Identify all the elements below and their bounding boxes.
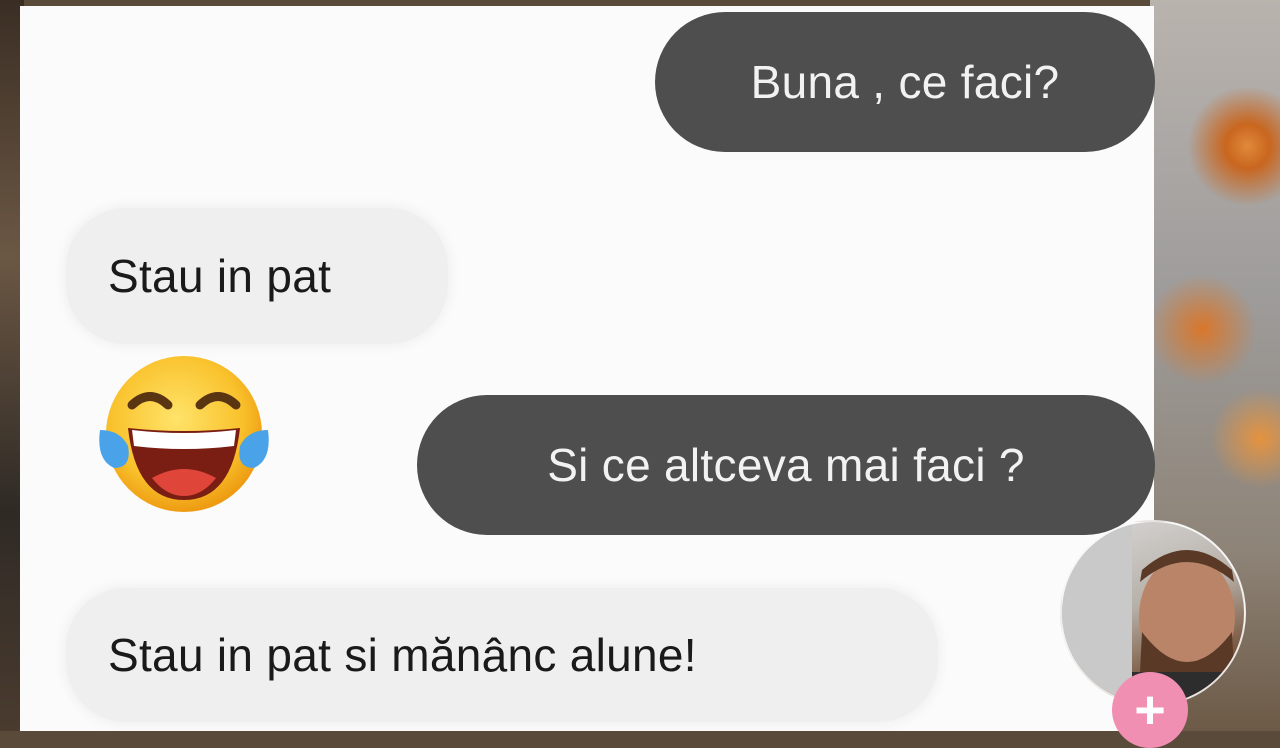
message-incoming[interactable]: Stau in pat si mănânc alune! — [66, 588, 938, 722]
add-story-button[interactable]: + — [1112, 672, 1188, 748]
tears-of-joy-emoji[interactable] — [92, 350, 272, 520]
message-outgoing[interactable]: Si ce altceva mai faci ? — [417, 395, 1155, 535]
message-text: Stau in pat si mănânc alune! — [108, 629, 697, 681]
plus-icon: + — [1134, 680, 1166, 740]
message-incoming[interactable]: Stau in pat — [66, 208, 448, 344]
message-text: Si ce altceva mai faci ? — [547, 439, 1025, 491]
message-outgoing[interactable]: Buna , ce faci? — [655, 12, 1155, 152]
message-text: Buna , ce faci? — [750, 56, 1060, 108]
message-text: Stau in pat — [108, 250, 332, 302]
